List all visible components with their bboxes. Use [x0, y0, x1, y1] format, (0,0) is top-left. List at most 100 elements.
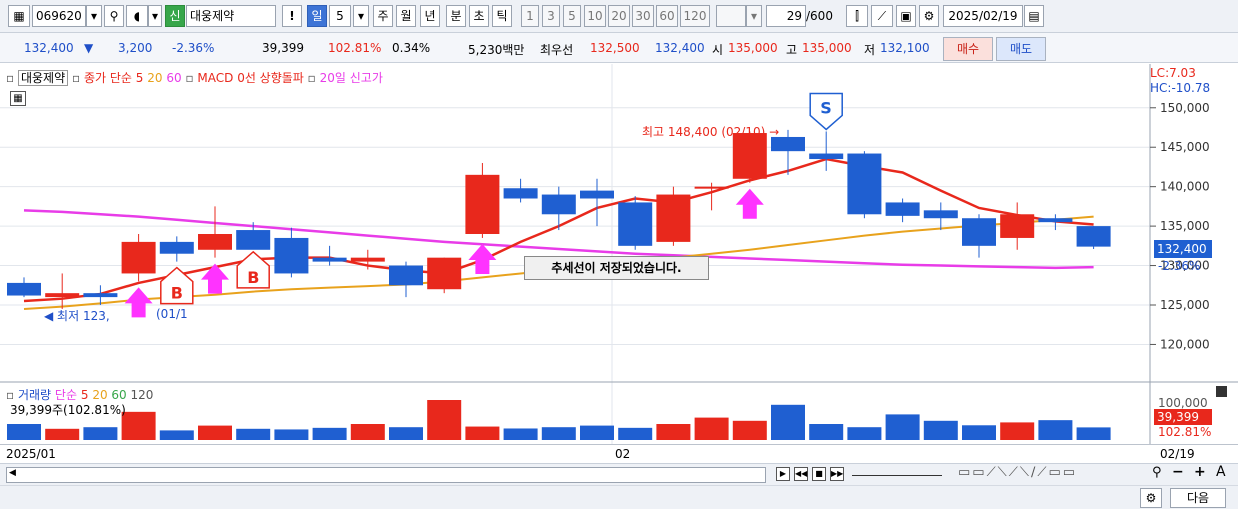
price-chart[interactable]: BBS 150,000145,000140,000135,000130,0001…: [0, 64, 1238, 446]
legend-ma-label: 종가 단순: [83, 71, 132, 85]
high-annotation: 최고 148,400 (02/10) →: [642, 125, 780, 139]
play-icon[interactable]: ▶: [776, 467, 790, 481]
candle-body: [312, 257, 347, 262]
x-label-jan: 2025/01: [6, 447, 56, 461]
search-icon[interactable]: ⚲: [104, 5, 124, 27]
drawing-tools-icons[interactable]: ▭▭⟋⟍⟋⟍∕⟋▭▭: [958, 465, 1077, 480]
zoom-in-icon[interactable]: +: [1194, 464, 1206, 480]
x-label-feb: 02: [615, 447, 631, 461]
stock-code-input[interactable]: 069620: [32, 5, 86, 27]
period-week-button[interactable]: 주: [373, 5, 393, 27]
volume-bar: [1000, 422, 1035, 440]
volume-bar: [847, 427, 882, 440]
next-button[interactable]: 다음: [1170, 488, 1226, 508]
volume-tick: 100,000: [1158, 396, 1208, 410]
scroll-left-icon[interactable]: ◀: [9, 468, 16, 478]
candle-body: [503, 188, 538, 199]
candle-body: [45, 293, 80, 298]
min-1-button[interactable]: 1: [521, 5, 539, 27]
speaker-dropdown-icon[interactable]: ▾: [148, 5, 162, 27]
open-price: 135,000: [728, 41, 778, 55]
period-month-button[interactable]: 월: [396, 5, 416, 27]
interval-dropdown-icon[interactable]: ▾: [746, 5, 762, 27]
min-120-button[interactable]: 120: [680, 5, 710, 27]
toast-message: 추세선이 저장되었습니다.: [524, 256, 709, 280]
candle-body: [1038, 218, 1073, 223]
y-tick-label: 145,000: [1160, 140, 1210, 154]
calendar-icon[interactable]: ▤: [1024, 5, 1044, 27]
sell-signal-label: S: [820, 98, 832, 117]
min-60-button[interactable]: 60: [656, 5, 678, 27]
bar-count-max: /600: [806, 9, 833, 23]
bar-count-input[interactable]: 29: [766, 5, 806, 27]
period-year-button[interactable]: 년: [420, 5, 440, 27]
min-30-button[interactable]: 30: [632, 5, 654, 27]
current-pct-marker: -2.36%: [1158, 259, 1201, 273]
min-3-button[interactable]: 3: [542, 5, 560, 27]
gear-icon[interactable]: ⚙: [919, 5, 939, 27]
volume-bar: [503, 428, 538, 440]
candle-body: [847, 153, 882, 215]
candle-body: [274, 237, 309, 274]
settings-gear-icon[interactable]: ⚙: [1140, 488, 1162, 508]
trendline-icon[interactable]: ⟋: [871, 5, 893, 27]
rewind-icon[interactable]: ◀◀: [794, 467, 808, 481]
period-minute-button[interactable]: 분: [446, 5, 466, 27]
volume-bar: [427, 400, 462, 440]
x-axis: 2025/01 02 02/19: [0, 444, 1238, 463]
ask-price: 132,500: [590, 41, 640, 55]
candle-body: [389, 265, 423, 286]
period-tick-button[interactable]: 틱: [492, 5, 512, 27]
legend-stock-name: 대웅제약: [17, 70, 69, 86]
candle-type-icon[interactable]: ⫿: [846, 5, 868, 27]
volume-bar: [45, 428, 80, 440]
stop-icon[interactable]: ■: [812, 467, 826, 481]
volume-bar: [7, 424, 41, 440]
y-tick-label: 150,000: [1160, 101, 1210, 115]
interval-input[interactable]: [716, 5, 746, 27]
min-5-button[interactable]: 5: [563, 5, 581, 27]
legend-signal-macd: MACD 0선 상향돌파: [197, 71, 304, 85]
buy-button[interactable]: 매수: [943, 37, 993, 61]
horizontal-scrollbar[interactable]: ◀: [6, 467, 766, 483]
period-dropdown-icon[interactable]: ▾: [353, 5, 369, 27]
zoom-search-icon[interactable]: ⚲: [1152, 465, 1162, 480]
code-dropdown-icon[interactable]: ▾: [86, 5, 102, 27]
period-count-select[interactable]: 5: [329, 5, 351, 27]
price-change: 3,200: [118, 41, 153, 55]
y-tick-label: 125,000: [1160, 298, 1210, 312]
volume-bar: [962, 425, 996, 440]
font-size-icon[interactable]: A: [1216, 464, 1226, 480]
stock-name-field[interactable]: 대웅제약: [186, 5, 276, 27]
volume-bar: [312, 427, 347, 440]
volume-bar: [732, 420, 767, 440]
forward-icon[interactable]: ▶▶: [830, 467, 844, 481]
chart-legend: ▫ 대웅제약 ▫ 종가 단순 5 20 60 ▫ MACD 0선 상향돌파 ▫ …: [6, 70, 383, 86]
min-10-button[interactable]: 10: [584, 5, 606, 27]
candle-body: [885, 202, 920, 216]
volume-bar: [656, 424, 691, 440]
zoom-slider[interactable]: [852, 472, 942, 476]
y-tick-label: 140,000: [1160, 180, 1210, 194]
min-20-button[interactable]: 20: [608, 5, 630, 27]
candle-body: [618, 202, 653, 246]
zoom-out-icon[interactable]: −: [1172, 464, 1184, 480]
period-day-button[interactable]: 일: [307, 5, 327, 27]
low-price: 132,100: [880, 41, 930, 55]
save-icon[interactable]: ▣: [896, 5, 916, 27]
candle-body: [159, 241, 194, 254]
candle-body: [1000, 214, 1035, 238]
volume-bar: [83, 427, 118, 440]
volume-panel-close-icon[interactable]: [1216, 386, 1227, 397]
speaker-icon[interactable]: ◖: [126, 5, 148, 27]
period-second-button[interactable]: 초: [469, 5, 489, 27]
buy-signal-label: B: [171, 284, 183, 303]
grid-menu-icon[interactable]: ▦: [8, 5, 30, 27]
volume-value: 39,399: [262, 41, 304, 55]
date-input[interactable]: 2025/02/19: [943, 5, 1023, 27]
candle-body: [350, 257, 385, 262]
sell-button[interactable]: 매도: [996, 37, 1046, 61]
table-view-icon[interactable]: ▦: [10, 91, 26, 106]
alert-button[interactable]: !: [282, 5, 302, 27]
low-annotation-tail: (01/1: [156, 307, 188, 321]
